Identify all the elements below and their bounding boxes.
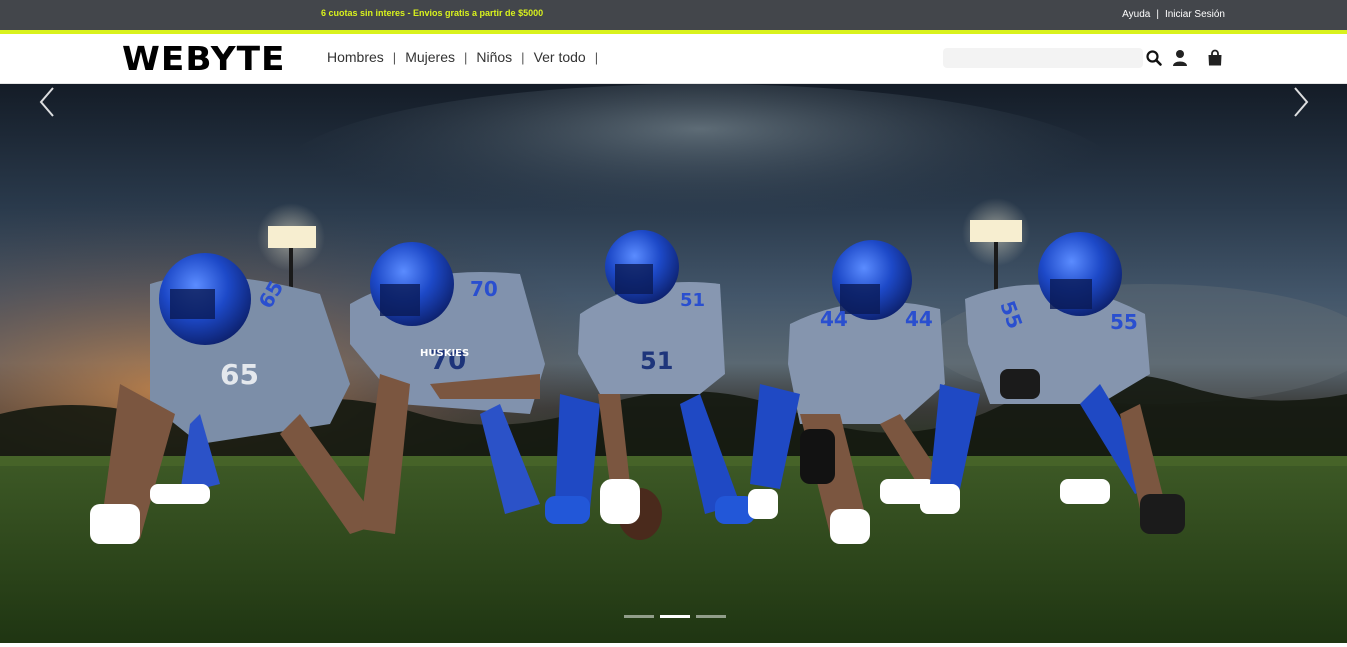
carousel-indicator-2[interactable] — [660, 615, 690, 618]
nav-item-hombres[interactable]: Hombres — [327, 49, 384, 65]
search-input[interactable] — [943, 48, 1143, 68]
nav-item-ninos[interactable]: Niños — [476, 49, 512, 65]
jersey-number: 55 — [1110, 310, 1138, 334]
next-slide-arrow-icon[interactable] — [1289, 84, 1313, 120]
nav-item-ver-todo[interactable]: Ver todo — [534, 49, 586, 65]
previous-slide-arrow-icon[interactable] — [35, 84, 59, 120]
logo[interactable]: WEBYTE — [122, 39, 286, 78]
jersey-number: 44 — [905, 307, 933, 331]
nav-separator: | — [392, 49, 397, 65]
help-link[interactable]: Ayuda — [1122, 9, 1150, 20]
top-bar: 6 cuotas sin interes - Envios gratis a p… — [0, 0, 1347, 30]
search-icon[interactable] — [1145, 49, 1163, 67]
main-nav: Hombres | Mujeres | Niños | Ver todo | — [327, 49, 607, 65]
nav-separator: | — [463, 49, 468, 65]
nav-separator: | — [594, 49, 599, 65]
login-link[interactable]: Iniciar Sesión — [1165, 9, 1225, 20]
jersey-number: 65 — [220, 358, 259, 391]
carousel-indicator-1[interactable] — [624, 615, 654, 618]
top-links-separator: | — [1156, 9, 1159, 20]
jersey-team: HUSKIES — [420, 348, 469, 359]
page-bottom — [0, 643, 1347, 647]
hero-image: 65 65 70 70 HUSKIES 51 51 44 44 55 55 — [0, 84, 1347, 643]
nav-separator: | — [521, 49, 525, 65]
jersey-number: 70 — [470, 277, 498, 301]
user-icon[interactable] — [1171, 49, 1189, 67]
jersey-number: 51 — [640, 347, 673, 375]
site-header: WEBYTE Hombres | Mujeres | Niños | Ver t… — [0, 34, 1347, 84]
carousel-indicators — [624, 615, 726, 618]
hero-carousel: 65 65 70 70 HUSKIES 51 51 44 44 55 55 — [0, 84, 1347, 643]
carousel-indicator-3[interactable] — [696, 615, 726, 618]
top-links: Ayuda | Iniciar Sesión — [1122, 9, 1225, 20]
jersey-number: 44 — [820, 307, 848, 331]
promo-text: 6 cuotas sin interes - Envios gratis a p… — [321, 8, 544, 18]
nav-item-mujeres[interactable]: Mujeres — [405, 49, 455, 65]
shopping-bag-icon[interactable] — [1206, 49, 1224, 67]
jersey-number: 51 — [680, 290, 705, 311]
